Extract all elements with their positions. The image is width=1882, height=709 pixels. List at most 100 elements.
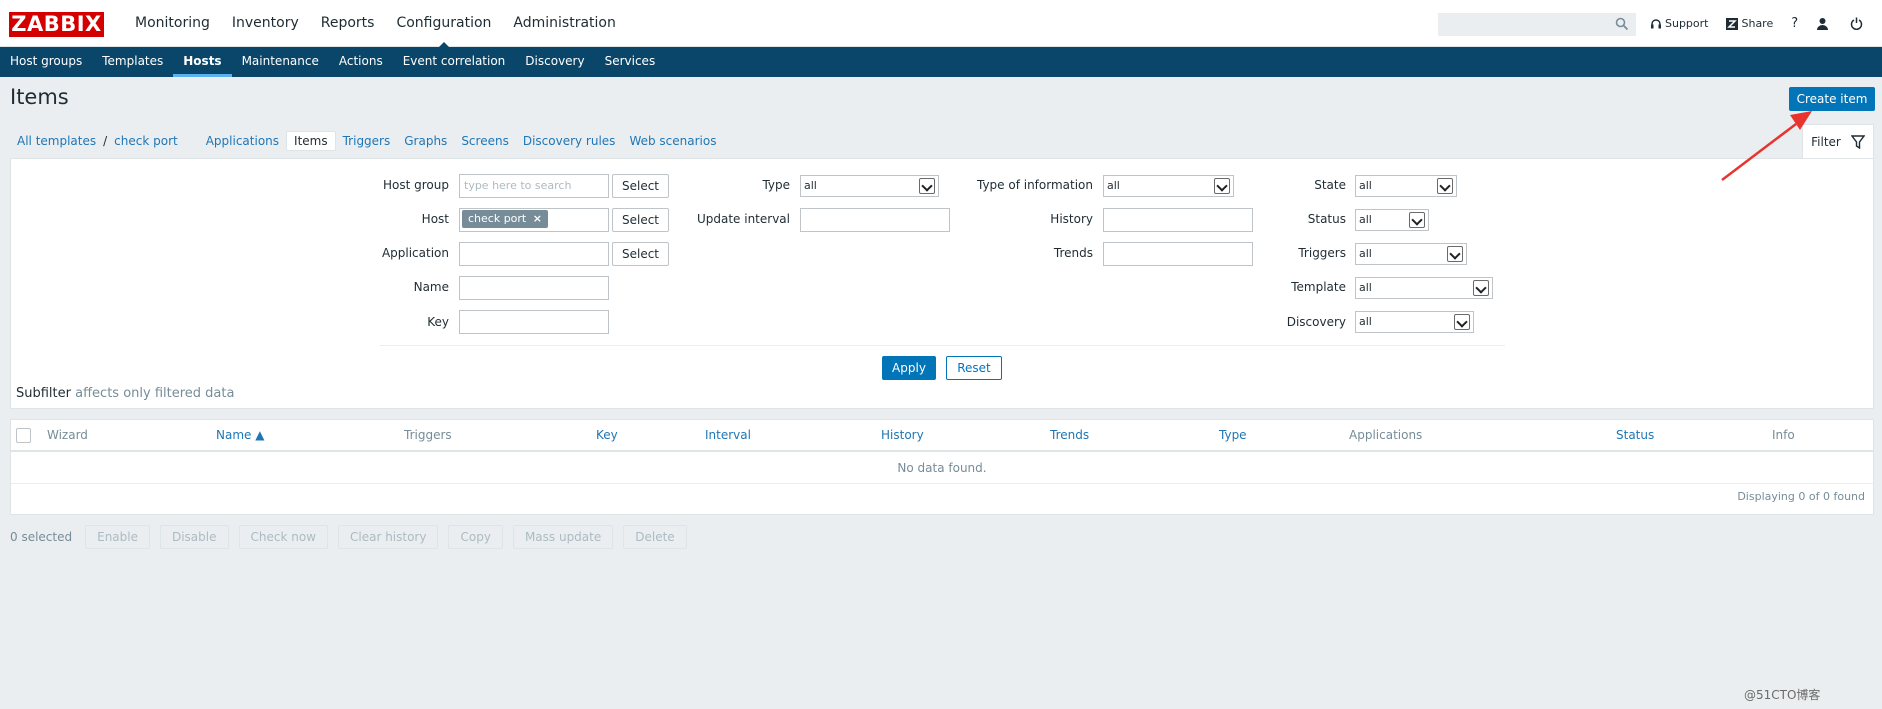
chevron-down-icon [1447, 246, 1463, 262]
key-input[interactable] [459, 310, 609, 334]
disable-button[interactable]: Disable [159, 525, 229, 549]
share-link[interactable]: Share [1726, 17, 1773, 30]
status-label: Status [1307, 212, 1346, 226]
help-icon[interactable]: ? [1791, 16, 1798, 31]
clear-history-button[interactable]: Clear history [338, 525, 439, 549]
top-bar: ZABBIX Monitoring Inventory Reports Conf… [0, 0, 1882, 48]
trends-input[interactable] [1103, 242, 1253, 266]
update-interval-label: Update interval [696, 212, 790, 226]
update-interval-input[interactable] [800, 208, 950, 232]
tab-items[interactable]: Items [286, 131, 336, 151]
sub-nav-maintenance[interactable]: Maintenance [232, 47, 329, 77]
sub-nav-host-groups[interactable]: Host groups [0, 47, 92, 77]
sub-nav-event-correlation[interactable]: Event correlation [393, 47, 516, 77]
items-table: Wizard Name ▲ Triggers Key Interval Hist… [10, 419, 1874, 515]
top-nav-configuration[interactable]: Configuration [385, 0, 502, 48]
sub-nav-actions[interactable]: Actions [329, 47, 393, 77]
subfilter: Subfilter affects only filtered data [16, 386, 234, 401]
chevron-down-icon [1454, 314, 1470, 330]
discovery-select[interactable]: all [1355, 311, 1474, 333]
power-icon[interactable] [1850, 17, 1866, 30]
breadcrumb: All templates / check port Applications … [10, 124, 723, 158]
status-select-value: all [1359, 213, 1372, 226]
type-select[interactable]: all [800, 175, 939, 197]
tab-web-scenarios[interactable]: Web scenarios [622, 132, 723, 150]
filter-tab[interactable]: Filter [1802, 124, 1874, 159]
apply-button[interactable]: Apply [882, 356, 936, 380]
top-nav-reports[interactable]: Reports [310, 0, 386, 47]
type-of-information-select[interactable]: all [1103, 175, 1234, 197]
sub-nav-discovery[interactable]: Discovery [515, 47, 594, 77]
share-label: Share [1741, 17, 1774, 30]
sub-nav-templates[interactable]: Templates [92, 47, 173, 77]
application-input[interactable] [459, 242, 609, 266]
search-icon[interactable] [1615, 17, 1629, 31]
delete-button[interactable]: Delete [623, 525, 687, 549]
top-nav-inventory[interactable]: Inventory [221, 0, 310, 47]
type-label: Type [762, 178, 790, 192]
logout-icon [1850, 17, 1863, 30]
tab-screens[interactable]: Screens [454, 132, 516, 150]
top-nav-administration[interactable]: Administration [502, 0, 626, 47]
name-input[interactable] [459, 276, 609, 300]
column-trends[interactable]: Trends [1050, 420, 1089, 451]
host-tag: check port × [462, 210, 548, 228]
enable-button[interactable]: Enable [85, 525, 150, 549]
funnel-icon [1850, 135, 1865, 149]
column-info: Info [1772, 428, 1795, 442]
reset-button[interactable]: Reset [946, 356, 1002, 380]
create-item-button[interactable]: Create item [1789, 87, 1875, 111]
breadcrumb-host[interactable]: check port [107, 132, 185, 150]
tab-discovery-rules[interactable]: Discovery rules [516, 132, 623, 150]
breadcrumb-all-templates[interactable]: All templates [10, 132, 103, 150]
chevron-down-icon [919, 178, 935, 194]
host-tag-label: check port [468, 212, 527, 225]
help-label: ? [1791, 16, 1799, 31]
top-nav-monitoring[interactable]: Monitoring [124, 0, 221, 47]
status-select[interactable]: all [1355, 209, 1429, 231]
column-triggers: Triggers [404, 428, 452, 442]
column-status[interactable]: Status [1616, 420, 1654, 451]
template-select[interactable]: all [1355, 277, 1493, 299]
column-key[interactable]: Key [596, 420, 618, 451]
sub-nav-hosts[interactable]: Hosts [173, 47, 232, 77]
select-all-checkbox[interactable] [16, 428, 31, 443]
history-input[interactable] [1103, 208, 1253, 232]
column-history[interactable]: History [881, 420, 924, 451]
triggers-select[interactable]: all [1355, 243, 1467, 265]
search-input[interactable] [1438, 13, 1636, 36]
host-group-input[interactable]: type here to search [459, 174, 609, 198]
filter-tab-label: Filter [1811, 135, 1841, 149]
sub-nav-services[interactable]: Services [595, 47, 666, 77]
top-links: Support Share ? [1650, 0, 1882, 47]
state-select[interactable]: all [1355, 175, 1457, 197]
host-group-select-button[interactable]: Select [612, 174, 669, 198]
copy-button[interactable]: Copy [448, 525, 503, 549]
host-select-button[interactable]: Select [612, 208, 669, 232]
zabbix-logo[interactable]: ZABBIX [9, 12, 104, 37]
check-now-button[interactable]: Check now [238, 525, 328, 549]
trends-label: Trends [1053, 246, 1093, 260]
chevron-down-icon [1409, 212, 1425, 228]
column-name[interactable]: Name ▲ [216, 420, 264, 451]
discovery-select-value: all [1359, 315, 1372, 328]
remove-tag-icon[interactable]: × [533, 212, 542, 225]
application-select-button[interactable]: Select [612, 242, 669, 266]
tab-applications[interactable]: Applications [199, 132, 286, 150]
empty-table-message: No data found. [11, 452, 1873, 484]
support-link[interactable]: Support [1650, 17, 1708, 30]
name-label: Name [413, 280, 449, 294]
mass-update-button[interactable]: Mass update [512, 525, 614, 549]
host-group-label: Host group [383, 178, 449, 192]
column-wizard: Wizard [47, 428, 88, 442]
column-interval[interactable]: Interval [705, 420, 751, 451]
headset-icon [1651, 18, 1661, 28]
support-label: Support [1665, 17, 1709, 30]
type-of-information-value: all [1107, 179, 1120, 192]
tab-triggers[interactable]: Triggers [336, 132, 398, 150]
user-icon[interactable] [1816, 17, 1832, 30]
type-of-information-label: Type of information [976, 178, 1093, 192]
tab-graphs[interactable]: Graphs [397, 132, 454, 150]
column-type[interactable]: Type [1219, 420, 1247, 451]
chevron-down-icon [1473, 280, 1489, 296]
